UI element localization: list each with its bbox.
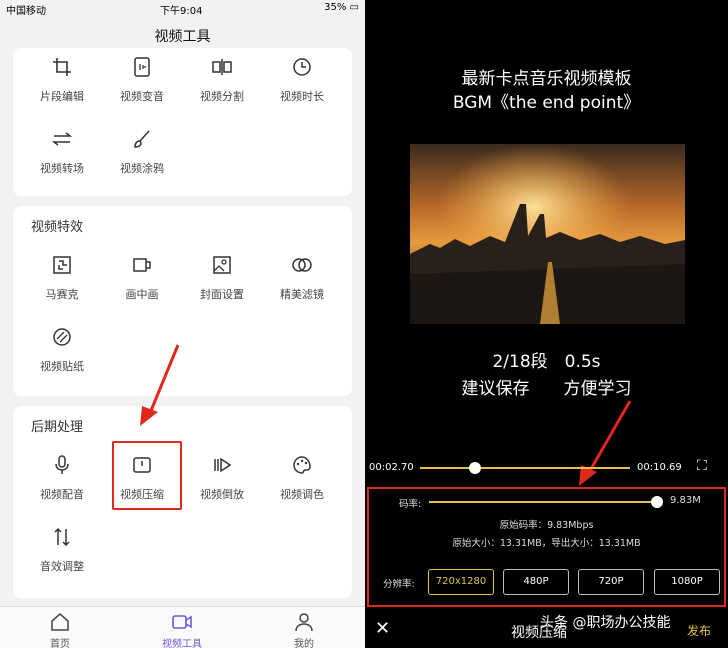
timeline-bar: 00:02.70 00:10.69 ⛶ [365, 458, 728, 476]
editing-tools-card: 片段编辑 视频变音 视频分割 视频时长 视频转场 视频涂鸦 [13, 48, 352, 196]
tab-video-tools[interactable]: 视频工具 [142, 611, 222, 648]
section-title: 视频特效 [31, 220, 84, 235]
tool-split[interactable]: 视频分割 [182, 56, 262, 104]
tool-label: 画中画 [125, 288, 159, 301]
close-icon[interactable]: ✕ [375, 618, 390, 639]
tool-transition[interactable]: 视频转场 [22, 128, 102, 176]
clock-icon [291, 56, 313, 78]
tab-label: 首页 [50, 639, 70, 648]
tool-label: 精美滤镜 [280, 288, 324, 301]
tool-label: 封面设置 [200, 288, 244, 301]
compress-screen: 最新卡点音乐视频模板 BGM《the end point》 2/18段 0.5s… [365, 0, 728, 648]
palette-icon [291, 454, 313, 476]
current-time: 00:02.70 [369, 462, 414, 473]
tab-bar: 首页 视频工具 我的 [0, 606, 365, 648]
tool-label: 视频时长 [280, 90, 324, 103]
home-icon [51, 613, 69, 631]
arrow-annotation-icon [140, 344, 180, 426]
microphone-icon [51, 454, 73, 476]
tool-pip[interactable]: 画中画 [102, 254, 182, 302]
tool-duration[interactable]: 视频时长 [262, 56, 342, 104]
tool-mosaic[interactable]: 马赛克 [22, 254, 102, 302]
tool-sticker[interactable]: 视频贴纸 [22, 326, 102, 374]
tab-profile[interactable]: 我的 [264, 611, 344, 648]
caption-line2: 建议保存 方便学习 [461, 379, 632, 399]
clock-label: 下午9:04 [160, 6, 203, 17]
tool-clip-edit[interactable]: 片段编辑 [22, 56, 102, 104]
tool-label: 片段编辑 [40, 90, 84, 103]
section-title: 后期处理 [31, 420, 84, 435]
tool-label: 视频变音 [120, 90, 164, 103]
transition-icon [51, 128, 73, 150]
tool-filter[interactable]: 精美滤镜 [262, 254, 342, 302]
tool-color-grade[interactable]: 视频调色 [262, 454, 342, 502]
tool-label: 音效调整 [40, 560, 84, 573]
sticker-icon [51, 326, 73, 348]
tool-label: 视频分割 [200, 90, 244, 103]
tool-audio-adjust[interactable]: 音效调整 [22, 526, 102, 574]
tool-label: 视频配音 [40, 488, 84, 501]
tool-cover[interactable]: 封面设置 [182, 254, 262, 302]
compress-highlight-box [112, 441, 182, 510]
brush-icon [131, 128, 153, 150]
tool-reverse[interactable]: 视频倒放 [182, 454, 262, 502]
pip-icon [131, 254, 153, 276]
resolution-720p-button[interactable]: 720P [578, 569, 644, 595]
tab-label: 我的 [294, 639, 314, 648]
bitrate-thumb[interactable] [651, 496, 663, 508]
battery-label: 35% ▭ [324, 2, 359, 13]
total-time: 00:10.69 [637, 462, 682, 473]
cover-image-icon [211, 254, 233, 276]
compress-settings-panel: 码率: 9.83M 原始码率：9.83Mbps 原始大小：13.31MB，导出大… [367, 487, 726, 607]
tool-label: 视频转场 [40, 162, 84, 175]
video-tools-icon [172, 615, 192, 629]
bottom-bar: ✕ 视频压缩 头条 @职场办公技能 发布 [365, 612, 728, 648]
profile-icon [295, 613, 313, 632]
timeline-slider[interactable] [420, 462, 630, 474]
timeline-thumb[interactable] [468, 462, 481, 474]
watermark: 头条 @职场办公技能 [540, 615, 671, 631]
bitrate-slider[interactable] [429, 496, 663, 508]
resolution-label: 分辨率: [383, 579, 415, 590]
audio-adjust-icon [51, 526, 73, 548]
original-bitrate: 原始码率：9.83Mbps [499, 520, 594, 531]
crop-icon [51, 56, 73, 78]
carrier-label: 中国移动 [6, 6, 46, 17]
filter-icon [291, 254, 313, 276]
fullscreen-icon[interactable]: ⛶ [697, 458, 707, 474]
tool-voiceover[interactable]: 视频配音 [22, 454, 102, 502]
voice-change-icon [131, 56, 153, 78]
tools-screen: 中国移动 下午9:04 35% ▭ 视频工具 片段编辑 视频变音 视频分割 视频… [0, 0, 365, 648]
file-sizes: 原始大小：13.31MB，导出大小：13.31MB [452, 538, 641, 549]
tool-voice-change[interactable]: 视频变音 [102, 56, 182, 104]
mosaic-icon [51, 254, 73, 276]
bitrate-label: 码率: [399, 499, 422, 510]
publish-button[interactable]: 发布 [687, 622, 711, 639]
post-processing-card: 后期处理 视频配音 视频压缩 视频倒放 视频调色 音效调整 [13, 406, 352, 598]
reverse-play-icon [211, 454, 233, 476]
video-preview[interactable] [410, 144, 685, 324]
split-icon [211, 56, 233, 78]
tool-doodle[interactable]: 视频涂鸦 [102, 128, 182, 176]
status-bar: 中国移动 下午9:04 35% ▭ [0, 0, 365, 17]
bitrate-value: 9.83M [670, 495, 701, 506]
caption-line1: 2/18段 0.5s [492, 352, 601, 372]
resolution-720x1280-button[interactable]: 720x1280 [428, 569, 494, 595]
tool-label: 视频倒放 [200, 488, 244, 501]
page-title: 视频工具 [154, 29, 211, 45]
tool-label: 视频贴纸 [40, 360, 84, 373]
resolution-1080p-button[interactable]: 1080P [654, 569, 720, 595]
tab-home[interactable]: 首页 [20, 611, 100, 648]
tab-label: 视频工具 [162, 639, 202, 648]
tool-label: 视频涂鸦 [120, 162, 164, 175]
preview-title-line1: 最新卡点音乐视频模板 [461, 69, 632, 89]
preview-title-line2: BGM《the end point》 [452, 93, 641, 113]
resolution-480p-button[interactable]: 480P [503, 569, 569, 595]
tool-label: 马赛克 [45, 288, 79, 301]
tool-label: 视频调色 [280, 488, 324, 501]
